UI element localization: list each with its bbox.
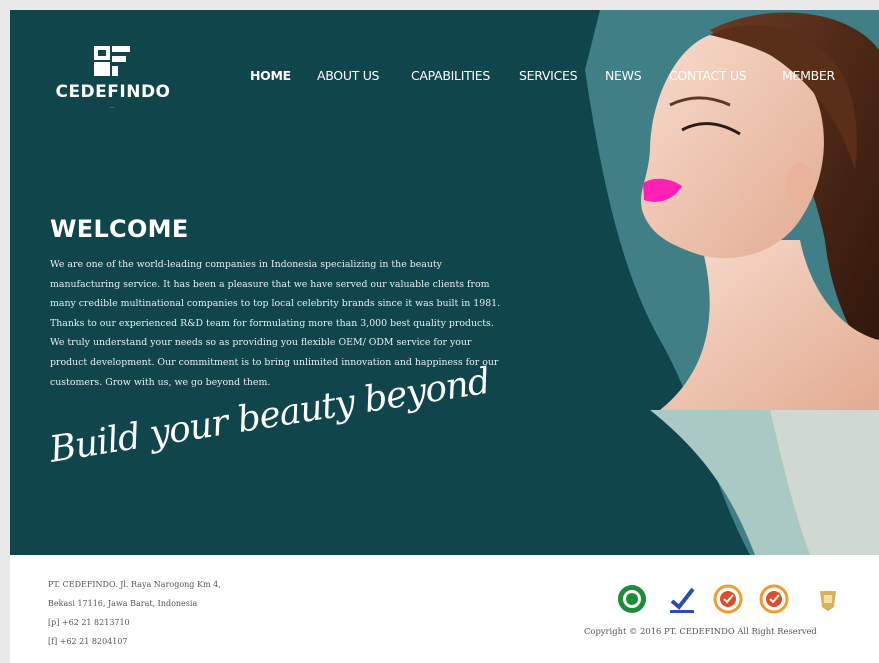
address-line: PT. CEDEFINDO. Jl. Raya Narogong Km 4,: [48, 580, 221, 589]
footer: PT. CEDEFINDO. Jl. Raya Narogong Km 4, B…: [10, 555, 879, 663]
nav-about-us[interactable]: ABOUT US: [317, 68, 379, 83]
fax-line: [f] +62 21 8204107: [48, 637, 128, 646]
brand-logo[interactable]: CEDEFINDO —: [48, 44, 178, 114]
gold-crest-icon: [820, 591, 836, 611]
quality-seal-icon: [713, 584, 743, 614]
nav-member[interactable]: MEMBER: [782, 68, 835, 83]
page-frame: CEDEFINDO — HOME ABOUT US CAPABILITIES S…: [10, 10, 879, 663]
halal-certification-icon: [618, 585, 646, 613]
check-certification-icon: [670, 587, 695, 613]
nav-news[interactable]: NEWS: [605, 68, 642, 83]
hero-section: CEDEFINDO — HOME ABOUT US CAPABILITIES S…: [10, 10, 879, 555]
nav-capabilities[interactable]: CAPABILITIES: [411, 68, 490, 83]
nav-services[interactable]: SERVICES: [519, 68, 578, 83]
copyright-text: Copyright © 2016 PT. CEDEFINDO All Right…: [584, 626, 817, 636]
footer-address: PT. CEDEFINDO. Jl. Raya Narogong Km 4, B…: [48, 575, 221, 651]
nav-home[interactable]: HOME: [250, 68, 291, 83]
logo-mark-icon: [94, 46, 130, 76]
nav-contact-us[interactable]: CONTACT US: [669, 68, 747, 83]
brand-tagline-small: —: [110, 104, 116, 109]
brand-name: CEDEFINDO: [55, 82, 171, 102]
phone-line: [p] +62 21 8213710: [48, 618, 130, 627]
welcome-title: WELCOME: [50, 215, 189, 243]
quality-seal-icon: [759, 584, 789, 614]
address-line: Bekasi 17116, Jawa Barat, Indonesia: [48, 599, 198, 608]
